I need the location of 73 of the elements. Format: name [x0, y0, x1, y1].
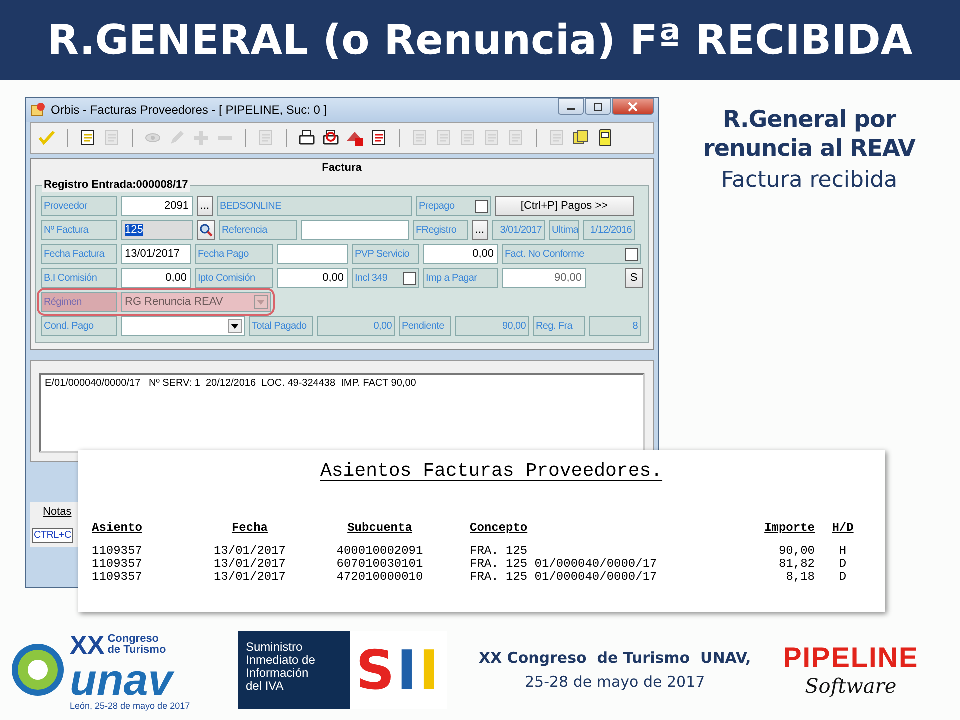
field-label: Fecha Factura [41, 244, 117, 264]
display-field: 3/01/2017 [492, 220, 545, 240]
field-label: Fact. No Conforme [505, 248, 584, 260]
table-cell-text: FRA. 125 01/000040/0000/17 [469, 571, 658, 584]
field-label: Referencia [219, 220, 297, 240]
form-button[interactable]: [Ctrl+P] Pagos >> [495, 196, 634, 216]
column-header: Fecha [230, 522, 269, 535]
field-label: Total Pagado [249, 316, 313, 336]
field-label: FRegistro [413, 220, 468, 240]
side-heading: R.General por [722, 106, 896, 135]
table-cell-text: 1109357 [92, 558, 144, 571]
table-cell-text: 13/01/2017 [212, 545, 287, 558]
form-button[interactable]: S [625, 268, 643, 288]
display-field: 90,00 [455, 316, 529, 336]
group-title: Registro Entrada:000008/17 [42, 179, 190, 192]
table-cell-text: 81,82 [778, 558, 815, 571]
side-subheading: Factura recibida [721, 168, 898, 193]
field-label: Pendiente [399, 316, 451, 336]
table-cell-text: 472010000010 [336, 571, 424, 584]
table-cell-text: 13/01/2017 [212, 558, 287, 571]
field-label: Ipto Comisión [195, 268, 273, 288]
field-label: PVP Servicio [352, 244, 419, 264]
slide-title: R.GENERAL (o Renuncia) Fª RECIBIDA [47, 16, 913, 64]
readonly-field: 90,00 [502, 268, 586, 288]
field-label: Incl 349 [355, 272, 388, 284]
event-name: XX Congreso de Turismo UNAV, [478, 649, 752, 667]
table-cell-text: 1109357 [92, 545, 144, 558]
display-field: 0,00 [317, 316, 395, 336]
table-cell-text: H [838, 545, 848, 558]
input-field[interactable]: 2091 [121, 196, 193, 216]
field-label: Proveedor [41, 196, 117, 216]
side-heading: renuncia al REAV [704, 135, 916, 164]
notes-textarea[interactable]: E/01/000040/0000/17 Nº SERV: 1 20/12/2016 LOC. 49-324438 IMP. FACT 90,00 [39, 373, 645, 453]
table-cell-text: 400010002091 [336, 545, 424, 558]
table-cell-text: FRA. 125 [469, 545, 529, 558]
input-field[interactable]: 125 [121, 220, 193, 240]
table-cell-text: FRA. 125 01/000040/0000/17 [469, 558, 658, 571]
display-field: BEDSONLINE [217, 196, 412, 216]
panel-title: Factura [321, 161, 363, 176]
input-field[interactable]: 0,00 [121, 268, 191, 288]
field-label: Fecha Pago [195, 244, 273, 264]
table-cell-text: 8,18 [785, 571, 815, 584]
field-label: Régimen [41, 292, 117, 312]
column-header: Subcuenta [346, 522, 414, 535]
table-cell-text: D [838, 558, 848, 571]
table-cell-text: 13/01/2017 [212, 571, 287, 584]
table-cell-text: 607010030101 [336, 558, 424, 571]
display-field: 8 [589, 316, 641, 336]
field-label: Reg. Fra [533, 316, 585, 336]
form-button[interactable]: ... [197, 196, 213, 216]
field-label: Nº Factura [41, 220, 117, 240]
table-cell-text: 1109357 [92, 571, 144, 584]
table-cell-text: 90,00 [778, 545, 815, 558]
event-dates: 25-28 de mayo de 2017 [524, 673, 706, 691]
field-label: B.I Comisión [41, 268, 117, 288]
column-header: Asiento [92, 522, 144, 535]
input-field[interactable]: 0,00 [423, 244, 498, 264]
window-title: Orbis - Facturas Proveedores - [ PIPELINE, Suc: 0 ] [51, 103, 328, 117]
form-button[interactable]: ... [472, 220, 488, 240]
column-header: Importe [764, 522, 815, 535]
column-header: Concepto [469, 522, 529, 535]
display-field: 1/12/2016 [583, 220, 635, 240]
report-title: Asientos Facturas Proveedores. [320, 460, 663, 482]
input-field[interactable]: 0,00 [277, 268, 348, 288]
pipeline-logo: PIPELINE Software [783, 642, 919, 698]
field-label: Imp a Pagar [423, 268, 498, 288]
column-header: H/D [831, 522, 855, 535]
input-field[interactable]: 13/01/2017 [121, 244, 191, 264]
table-cell-text: D [838, 571, 848, 584]
field-label: Cond. Pago [41, 316, 117, 336]
sii-logo: Suministro Inmediato de Información del IVA SI I [238, 631, 448, 709]
field-label: Prepago [419, 200, 455, 212]
notes-tab[interactable]: Notas [40, 502, 75, 522]
